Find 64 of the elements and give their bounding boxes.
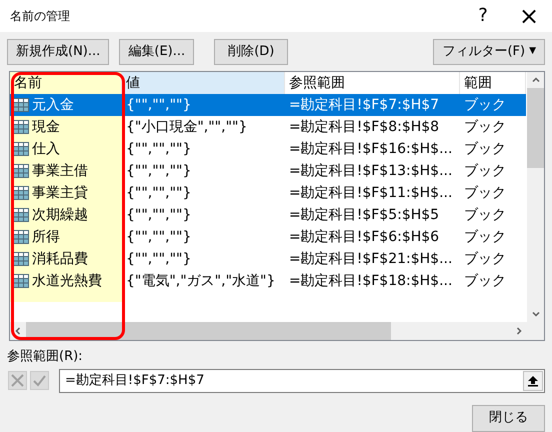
filter-button[interactable]: フィルター(F) ▼	[433, 39, 545, 65]
table-cell-text: =勘定科目!$F$5:$H$5	[288, 206, 440, 225]
table-icon	[13, 164, 29, 178]
table-cell: =勘定科目!$F$7:$H$7	[285, 94, 460, 116]
table-cell-text: =勘定科目!$F$21:$H$...	[288, 250, 454, 269]
collapse-button[interactable]	[523, 370, 543, 390]
toolbar-button[interactable]: 新規作成(N)...	[7, 39, 110, 65]
table-icon	[13, 252, 29, 266]
table-cell-text: =勘定科目!$F$16:$H$...	[288, 140, 454, 159]
table-row[interactable]: 仕入	[10, 138, 122, 160]
field-label: 参照範囲(R):	[6, 348, 84, 366]
help-button[interactable]: ?	[460, 0, 506, 32]
table-cell-text: ブック	[463, 118, 507, 137]
table-cell: {"","",""}	[122, 94, 285, 116]
table-icon	[13, 230, 29, 244]
table-cell-text: =勘定科目!$F$13:$H$...	[288, 162, 454, 181]
table-cell-text: {"","",""}	[125, 162, 192, 181]
scroll-right-icon[interactable]	[515, 327, 523, 335]
table-cell-text: {"小口現金","",""}	[125, 118, 248, 137]
scrollbar-thumb[interactable]	[527, 88, 544, 168]
toolbar-button[interactable]: 編集(E)...	[119, 39, 194, 65]
table-cell-text: {"","",""}	[125, 140, 192, 159]
table-cell-text: {"","",""}	[125, 250, 192, 269]
scroll-up-icon[interactable]	[532, 76, 540, 84]
table-cell-text: ブック	[463, 228, 507, 247]
table-row[interactable]: 現金	[10, 116, 122, 138]
table-icon	[13, 274, 29, 288]
upload-arrow-icon	[527, 374, 539, 386]
window-title: 名前の管理	[10, 8, 71, 25]
column-header[interactable]: 値	[122, 72, 285, 94]
toolbar-button[interactable]: 削除(D)	[214, 39, 288, 65]
table-cell-text: ブック	[463, 184, 507, 203]
table-icon	[13, 186, 29, 200]
table-icon	[13, 142, 29, 156]
table-cell: ブック	[460, 94, 526, 116]
caret-icon: ▼	[529, 45, 536, 59]
table-cell-text: {"","",""}	[125, 184, 192, 203]
table-cell-text: ブック	[463, 206, 507, 225]
table-cell-text: =勘定科目!$F$11:$H$...	[288, 184, 454, 203]
table-cell-text: =勘定科目!$F$18:$H$...	[288, 272, 454, 291]
table-row[interactable]: 水道光熱費	[10, 270, 122, 292]
scrollbar-thumb[interactable]	[26, 322, 391, 340]
table-row[interactable]: 所得	[10, 226, 122, 248]
table-cell-text: ブック	[463, 140, 507, 159]
table-cell-text: =勘定科目!$F$8:$H$8	[288, 118, 440, 137]
table-cell-text: =勘定科目!$F$6:$H$6	[288, 228, 440, 247]
table-icon	[13, 120, 29, 134]
table-row[interactable]: 事業主貸	[10, 182, 122, 204]
close-dialog-button[interactable]: 閉じる	[472, 404, 545, 432]
table-cell-text: {"","",""}	[125, 228, 192, 247]
close-button[interactable]: ×	[506, 0, 552, 32]
table-cell-text: {"","",""}	[125, 206, 192, 225]
table-cell-text: {"電気","ガス","水道"}	[125, 272, 276, 291]
scroll-down-icon[interactable]	[532, 310, 540, 318]
table-row[interactable]: 事業主借	[10, 160, 122, 182]
table-row[interactable]: 次期繰越	[10, 204, 122, 226]
table-row[interactable]: 消耗品費	[10, 248, 122, 270]
table-cell-text: ブック	[463, 272, 507, 291]
scroll-left-icon[interactable]	[14, 327, 22, 335]
table-cell-text: ブック	[463, 250, 507, 269]
table-cell-text: ブック	[463, 162, 507, 181]
table-icon	[13, 98, 29, 112]
table-row[interactable]: 元入金	[10, 94, 122, 116]
table-icon	[13, 208, 29, 222]
